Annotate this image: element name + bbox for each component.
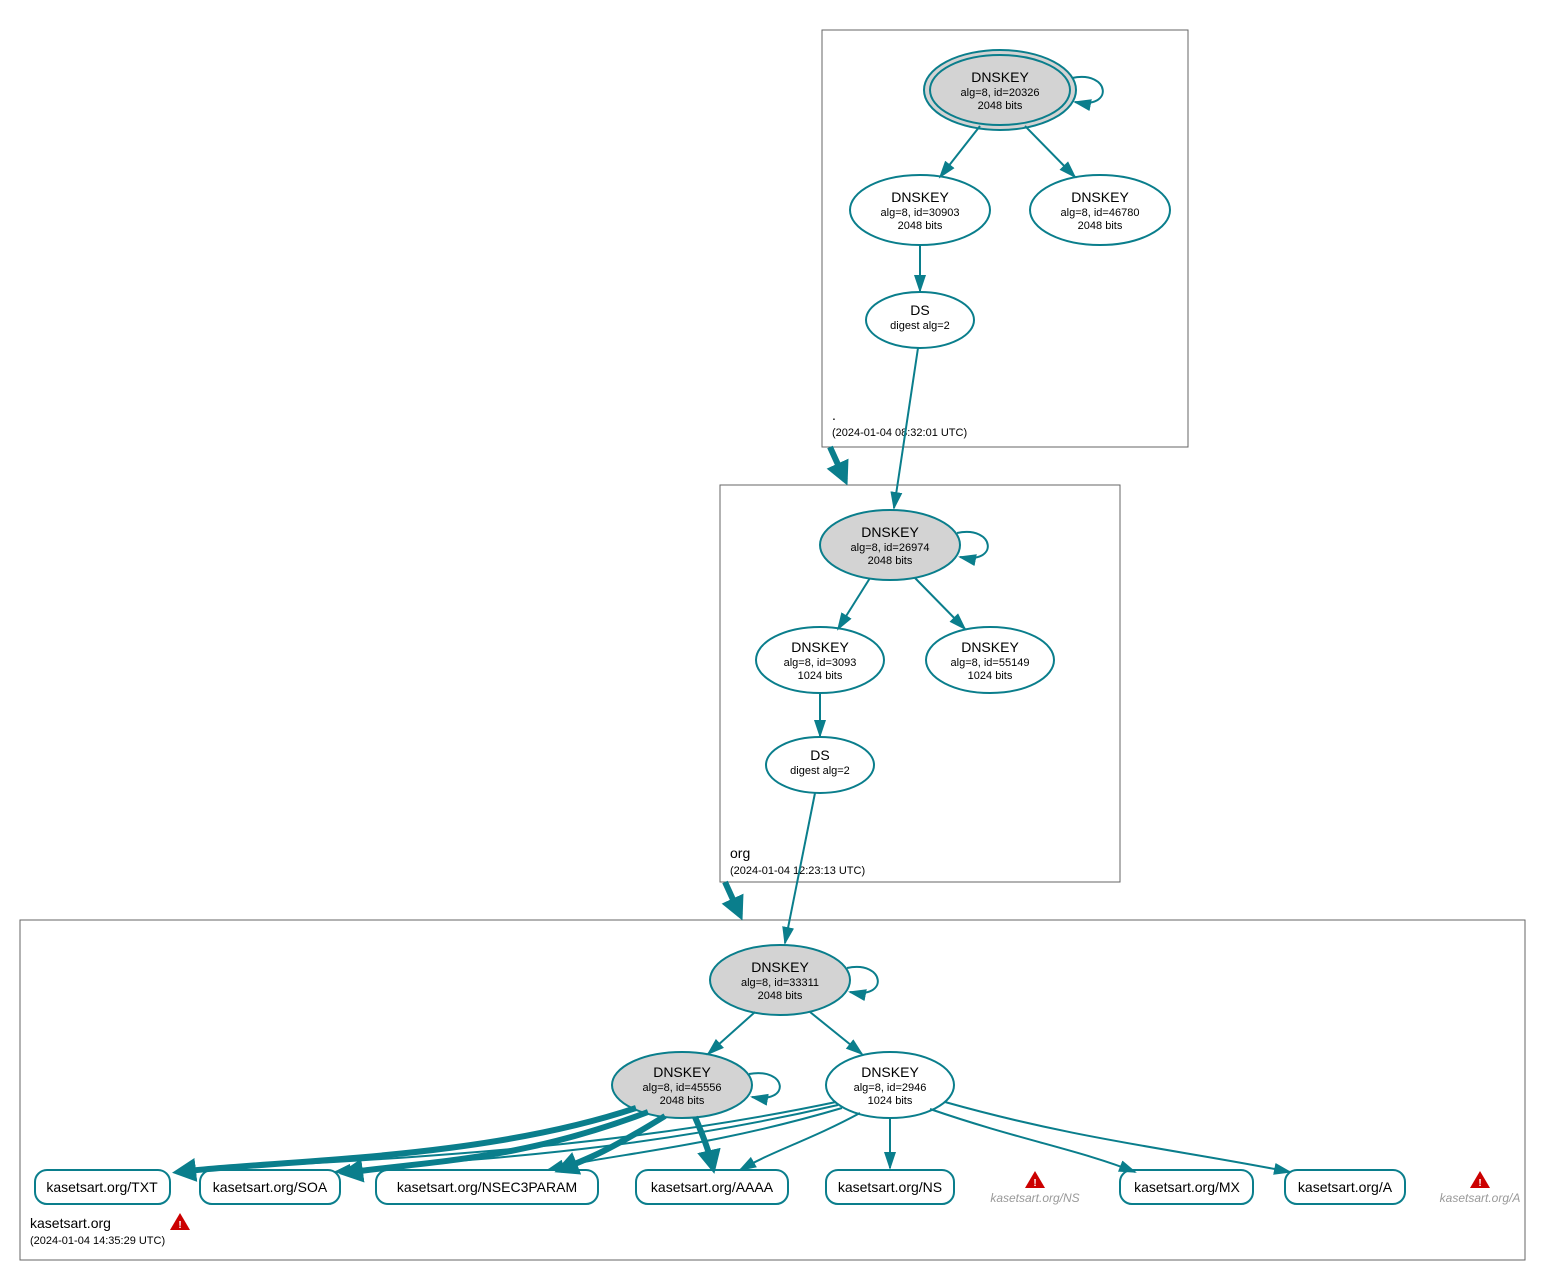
svg-text:2048 bits: 2048 bits xyxy=(868,555,913,567)
zone-domain-ts: (2024-01-04 14:35:29 UTC) xyxy=(30,1235,165,1247)
root-zsk1-node: DNSKEY alg=8, id=30903 2048 bits xyxy=(850,175,990,245)
svg-text:DS: DS xyxy=(910,302,929,318)
edge xyxy=(915,578,965,629)
svg-text:DNSKEY: DNSKEY xyxy=(1071,189,1129,205)
self-loop xyxy=(957,532,988,558)
org-zsk2-node: DNSKEY alg=8, id=55149 1024 bits xyxy=(926,627,1054,693)
svg-text:2048 bits: 2048 bits xyxy=(978,100,1023,112)
domain-zsk2-node: DNSKEY alg=8, id=2946 1024 bits xyxy=(826,1052,954,1118)
delegation-edge xyxy=(830,447,845,480)
rrset-aaaa: kasetsart.org/AAAA xyxy=(636,1170,788,1204)
svg-text:alg=8, id=2946: alg=8, id=2946 xyxy=(854,1082,927,1094)
rrset-nsec3param: kasetsart.org/NSEC3PARAM xyxy=(376,1170,598,1204)
svg-text:alg=8, id=20326: alg=8, id=20326 xyxy=(961,87,1040,99)
self-loop xyxy=(749,1073,780,1098)
svg-text:digest alg=2: digest alg=2 xyxy=(890,320,950,332)
delegation-edge xyxy=(725,882,740,915)
edge xyxy=(838,578,870,629)
rrset-txt: kasetsart.org/TXT xyxy=(35,1170,170,1204)
zone-root-ts: (2024-01-04 08:32:01 UTC) xyxy=(832,427,967,439)
svg-text:alg=8, id=33311: alg=8, id=33311 xyxy=(741,977,819,989)
svg-text:alg=8, id=30903: alg=8, id=30903 xyxy=(881,207,960,219)
svg-text:alg=8, id=45556: alg=8, id=45556 xyxy=(643,1082,722,1094)
root-zsk2-node: DNSKEY alg=8, id=46780 2048 bits xyxy=(1030,175,1170,245)
org-zsk1-node: DNSKEY alg=8, id=3093 1024 bits xyxy=(756,627,884,693)
svg-text:alg=8, id=46780: alg=8, id=46780 xyxy=(1061,207,1140,219)
svg-text:kasetsart.org/NSEC3PARAM: kasetsart.org/NSEC3PARAM xyxy=(397,1179,577,1195)
svg-text:2048 bits: 2048 bits xyxy=(660,1095,705,1107)
svg-text:digest alg=2: digest alg=2 xyxy=(790,765,850,777)
svg-text:2048 bits: 2048 bits xyxy=(898,220,943,232)
rrset-ns: kasetsart.org/NS xyxy=(826,1170,954,1204)
warning-icon xyxy=(1025,1171,1045,1189)
zone-domain-label: kasetsart.org xyxy=(30,1215,111,1231)
svg-text:DNSKEY: DNSKEY xyxy=(861,524,919,540)
edge xyxy=(708,1012,755,1054)
warning-icon xyxy=(170,1213,190,1231)
svg-text:DNSKEY: DNSKEY xyxy=(653,1064,711,1080)
domain-ksk-node: DNSKEY alg=8, id=33311 2048 bits xyxy=(710,945,850,1015)
edge xyxy=(930,1109,1135,1172)
svg-text:DS: DS xyxy=(810,747,829,763)
warning-icon xyxy=(1470,1171,1490,1189)
svg-text:kasetsart.org/NS: kasetsart.org/NS xyxy=(838,1179,942,1195)
svg-text:alg=8, id=26974: alg=8, id=26974 xyxy=(851,542,930,554)
svg-text:DNSKEY: DNSKEY xyxy=(891,189,949,205)
svg-text:1024 bits: 1024 bits xyxy=(868,1095,913,1107)
svg-text:DNSKEY: DNSKEY xyxy=(861,1064,919,1080)
org-ds-node: DS digest alg=2 xyxy=(766,737,874,793)
rrset-a: kasetsart.org/A xyxy=(1285,1170,1405,1204)
svg-text:kasetsart.org/AAAA: kasetsart.org/AAAA xyxy=(651,1179,774,1195)
svg-text:alg=8, id=55149: alg=8, id=55149 xyxy=(951,657,1030,669)
rrset-mx: kasetsart.org/MX xyxy=(1120,1170,1253,1204)
svg-text:alg=8, id=3093: alg=8, id=3093 xyxy=(784,657,857,669)
svg-text:2048 bits: 2048 bits xyxy=(758,990,803,1002)
svg-text:kasetsart.org/MX: kasetsart.org/MX xyxy=(1134,1179,1240,1195)
edge xyxy=(810,1012,862,1054)
svg-text:1024 bits: 1024 bits xyxy=(968,670,1013,682)
edge xyxy=(1025,126,1075,177)
svg-text:kasetsart.org/TXT: kasetsart.org/TXT xyxy=(46,1179,158,1195)
edge xyxy=(940,126,980,177)
svg-text:DNSKEY: DNSKEY xyxy=(971,69,1029,85)
root-ds-node: DS digest alg=2 xyxy=(866,292,974,348)
zone-root-label: . xyxy=(832,407,836,423)
self-loop xyxy=(847,967,878,993)
svg-text:DNSKEY: DNSKEY xyxy=(791,639,849,655)
svg-text:2048 bits: 2048 bits xyxy=(1078,220,1123,232)
rrset-a-placeholder: kasetsart.org/A xyxy=(1440,1191,1521,1205)
svg-text:DNSKEY: DNSKEY xyxy=(751,959,809,975)
root-ksk-node: DNSKEY alg=8, id=20326 2048 bits xyxy=(924,50,1076,130)
org-ksk-node: DNSKEY alg=8, id=26974 2048 bits xyxy=(820,510,960,580)
zone-org-label: org xyxy=(730,845,750,861)
rrset-ns-placeholder: kasetsart.org/NS xyxy=(990,1191,1079,1205)
svg-text:kasetsart.org/A: kasetsart.org/A xyxy=(1298,1179,1393,1195)
svg-text:kasetsart.org/SOA: kasetsart.org/SOA xyxy=(213,1179,328,1195)
svg-text:DNSKEY: DNSKEY xyxy=(961,639,1019,655)
svg-text:1024 bits: 1024 bits xyxy=(798,670,843,682)
rrset-soa: kasetsart.org/SOA xyxy=(200,1170,340,1204)
edge xyxy=(945,1102,1290,1172)
